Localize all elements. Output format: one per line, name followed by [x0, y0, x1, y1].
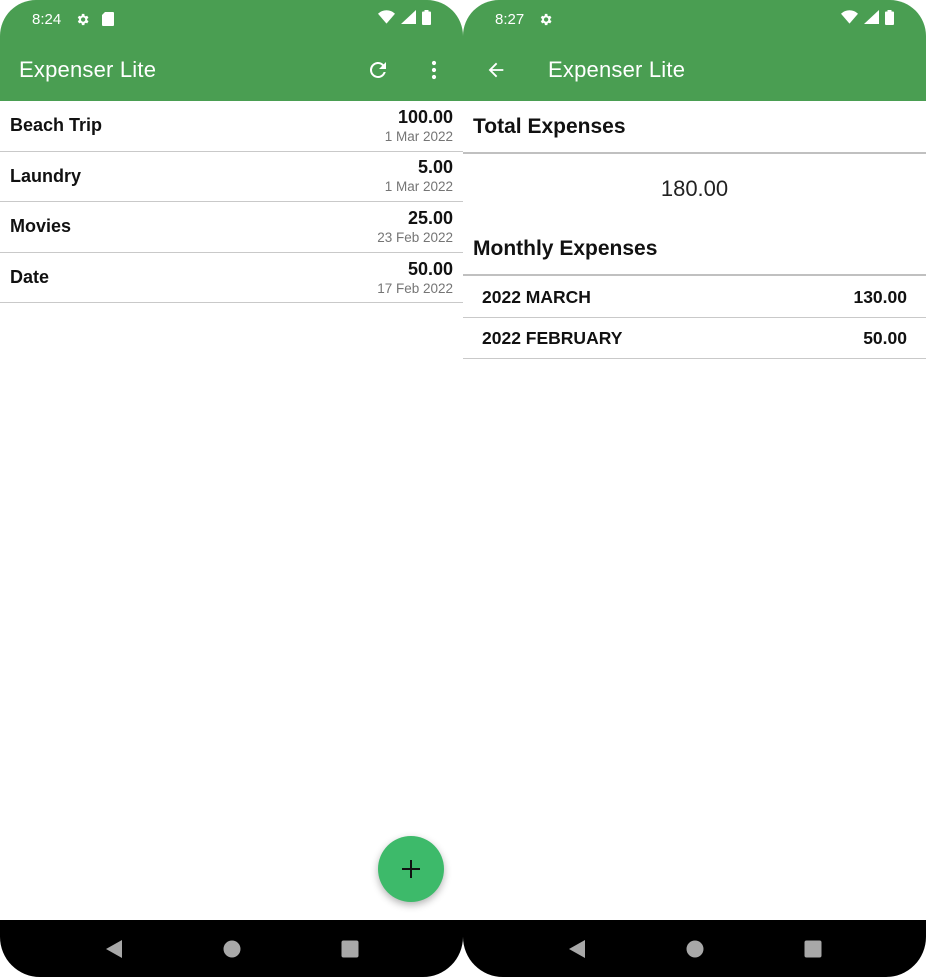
list-item[interactable]: Date 50.00 17 Feb 2022 [0, 253, 463, 304]
summary-screen: 8:27 Expenser Lite Total Expenses 180.00… [463, 0, 926, 977]
expense-name: Laundry [10, 165, 82, 186]
divider [463, 152, 926, 154]
expense-list-screen: 8:24 Expenser Lite Beach Trip 100.00 1 M… [0, 0, 463, 977]
expense-date: 23 Feb 2022 [377, 229, 453, 245]
app-bar: Expenser Lite [0, 38, 463, 101]
expense-amount: 5.00 [417, 157, 453, 178]
nav-recents-icon [341, 940, 358, 957]
nav-home-button[interactable] [202, 929, 262, 969]
plus-icon [402, 860, 420, 878]
nav-back-button[interactable] [84, 929, 144, 969]
app-title: Expenser Lite [19, 56, 157, 82]
gear-icon [75, 12, 90, 27]
nav-back-icon [568, 939, 585, 958]
expense-date: 1 Mar 2022 [384, 128, 453, 144]
refresh-button[interactable] [358, 50, 398, 90]
month-amount: 130.00 [853, 286, 907, 307]
app-title: Expenser Lite [548, 56, 686, 82]
nav-home-icon [686, 940, 703, 957]
nav-home-icon [223, 940, 240, 957]
expense-name: Movies [10, 216, 72, 237]
expense-amount: 50.00 [407, 258, 453, 279]
divider [463, 274, 926, 276]
monthly-expenses-list: 2022 MARCH 130.00 2022 FEBRUARY 50.00 [463, 277, 926, 359]
battery-icon [885, 9, 894, 29]
expense-name: Date [10, 267, 50, 288]
month-label: 2022 FEBRUARY [482, 327, 623, 348]
nav-back-icon [105, 939, 122, 958]
month-label: 2022 MARCH [482, 286, 591, 307]
status-bar: 8:27 [463, 0, 926, 38]
signal-icon [401, 10, 416, 28]
expense-amount: 25.00 [407, 207, 453, 228]
app-bar: Expenser Lite [463, 38, 926, 101]
list-item[interactable]: Movies 25.00 23 Feb 2022 [0, 202, 463, 253]
nav-back-button[interactable] [547, 929, 607, 969]
expense-name: Beach Trip [10, 115, 103, 136]
refresh-icon [369, 61, 386, 78]
monthly-expenses-heading: Monthly Expenses [473, 237, 658, 260]
signal-icon [864, 10, 879, 28]
more-options-button[interactable] [414, 50, 454, 90]
nav-home-button[interactable] [665, 929, 725, 969]
more-vert-icon [431, 60, 437, 79]
nav-recents-button[interactable] [320, 929, 380, 969]
nav-recents-button[interactable] [783, 929, 843, 969]
expense-list: Beach Trip 100.00 1 Mar 2022 Laundry 5.0… [0, 101, 463, 304]
battery-icon [422, 9, 431, 29]
list-item: 2022 FEBRUARY 50.00 [463, 318, 926, 359]
back-button[interactable] [476, 50, 516, 90]
expense-amount: 100.00 [397, 106, 453, 127]
list-item: 2022 MARCH 130.00 [463, 277, 926, 318]
wifi-icon [378, 10, 395, 28]
nav-recents-icon [804, 940, 821, 957]
expense-date: 1 Mar 2022 [384, 179, 453, 195]
total-expenses-heading: Total Expenses [473, 115, 626, 138]
list-item[interactable]: Laundry 5.00 1 Mar 2022 [0, 152, 463, 203]
expense-date: 17 Feb 2022 [377, 280, 453, 296]
month-amount: 50.00 [863, 327, 907, 348]
wifi-icon [841, 10, 858, 28]
status-bar: 8:24 [0, 0, 463, 38]
sd-card-icon [102, 12, 115, 26]
add-expense-button[interactable] [378, 836, 444, 902]
system-nav-bar [0, 920, 463, 977]
gear-icon [538, 12, 553, 27]
system-nav-bar [463, 920, 926, 977]
status-time: 8:27 [495, 10, 525, 28]
status-time: 8:24 [32, 10, 62, 28]
arrow-back-icon [488, 62, 504, 77]
list-item[interactable]: Beach Trip 100.00 1 Mar 2022 [0, 101, 463, 152]
total-expenses-value: 180.00 [660, 176, 729, 201]
